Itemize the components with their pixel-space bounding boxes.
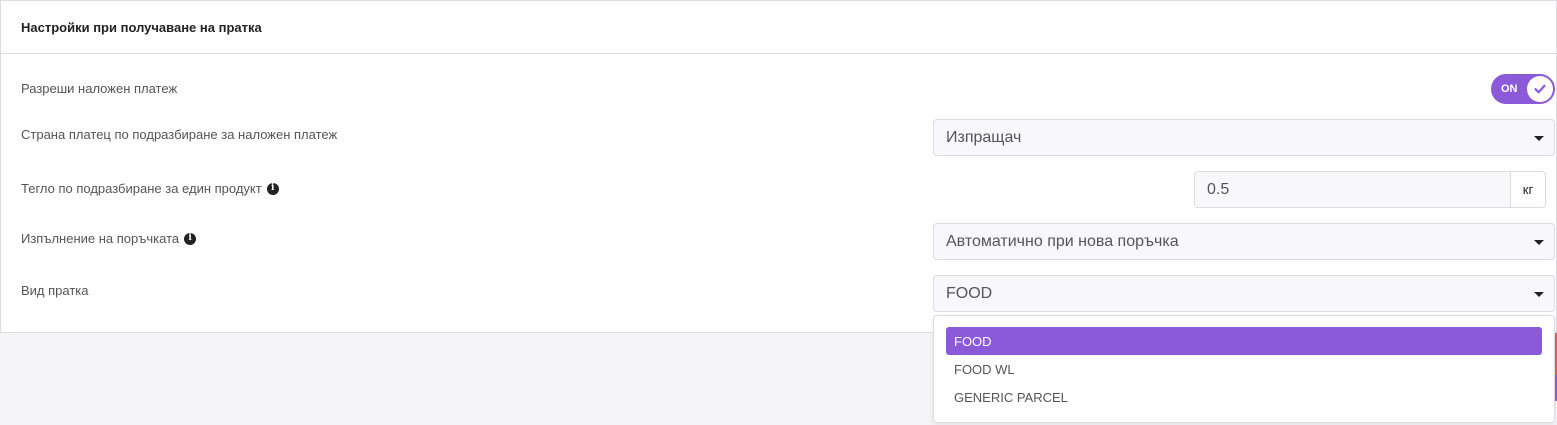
default-weight-row-label: Тегло по подразбиране за един продукт i <box>21 181 279 196</box>
dropdown-option-generic-parcel[interactable]: GENERIC PARCEL <box>946 383 1542 411</box>
default-weight-input-group: кг <box>1194 171 1546 208</box>
toggle-knob <box>1527 76 1553 102</box>
shipment-type-label: Вид пратка <box>21 283 89 298</box>
panel-title: Настройки при получаване на пратка <box>21 19 262 35</box>
allow-cod-label: Разреши наложен платеж <box>21 81 178 96</box>
default-weight-label: Тегло по подразбиране за един продукт <box>21 181 262 196</box>
dropdown-option-food-wl[interactable]: FOOD WL <box>946 355 1542 383</box>
caret-down-icon <box>1534 136 1544 141</box>
shipment-type-row-label: Вид пратка <box>21 283 89 298</box>
allow-cod-row-label: Разреши наложен платеж <box>21 81 177 96</box>
toggle-state-label: ON <box>1501 83 1518 95</box>
fulfillment-label: Изпълнение на поръчката <box>21 231 180 246</box>
shipment-type-value: FOOD <box>946 284 993 302</box>
cod-payer-row-label: Страна платец по подразбиране за наложен… <box>21 127 337 142</box>
cod-payer-label: Страна платец по подразбиране за наложен… <box>21 127 338 142</box>
info-icon[interactable]: i <box>184 232 197 245</box>
fulfillment-row-label: Изпълнение на поръчката i <box>21 231 197 246</box>
info-icon[interactable]: i <box>266 182 279 195</box>
cod-payer-value: Изпращач <box>946 128 1022 146</box>
dropdown-option-food[interactable]: FOOD <box>946 327 1542 355</box>
cod-payer-select[interactable]: Изпращач <box>933 119 1555 156</box>
weight-unit-addon: кг <box>1510 171 1546 208</box>
shipment-type-select[interactable]: FOOD <box>933 275 1555 312</box>
default-weight-input[interactable] <box>1194 171 1510 208</box>
panel-header: Настройки при получаване на пратка <box>1 1 1556 54</box>
fulfillment-select[interactable]: Автоматично при нова поръчка <box>933 223 1555 260</box>
fulfillment-value: Автоматично при нова поръчка <box>946 232 1179 250</box>
caret-down-icon <box>1534 292 1544 297</box>
shipment-type-dropdown: FOOD FOOD WL GENERIC PARCEL <box>933 315 1555 423</box>
allow-cod-toggle[interactable]: ON <box>1491 74 1555 104</box>
caret-down-icon <box>1534 240 1544 245</box>
check-icon <box>1534 84 1546 94</box>
